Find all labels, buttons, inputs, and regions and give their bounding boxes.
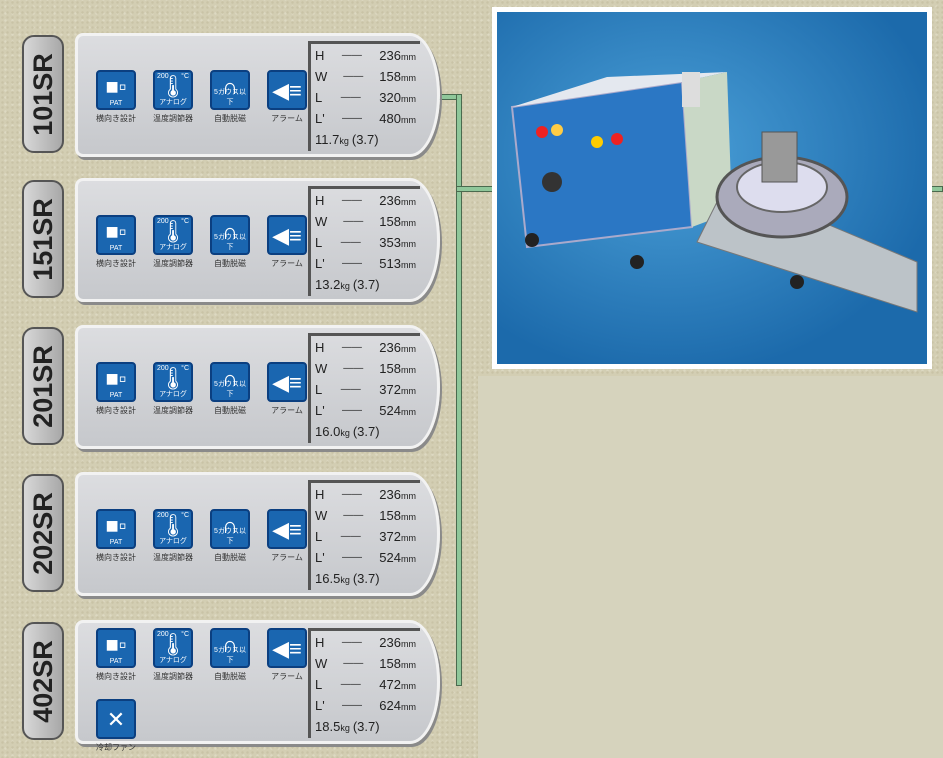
spec-H: H —— 236mm <box>315 340 416 355</box>
feature-demag: ∩ 5ガウス以下 自動脱磁 <box>210 362 250 416</box>
model-panel: ■▫ PAT 横向き設計 200 °C 🌡︎ アナログ 温度調節器 ∩ 5ガウス以下 自動脱磁 … <box>75 325 440 449</box>
feature-demag: ∩ 5ガウス以下 自動脱磁 <box>210 628 250 682</box>
spec-W: W —— 158mm <box>315 69 416 84</box>
spec-weight: 11.7kg (3.7) <box>315 132 379 147</box>
spec-H: H —— 236mm <box>315 193 416 208</box>
spec-weight: 16.0kg (3.7) <box>315 424 380 439</box>
spec-box: H —— 236mm W —— 158mm L —— 472mm L' —— 624mm 18.5kg… <box>308 628 420 738</box>
model-name: 101SR <box>27 52 58 136</box>
feature-temp: 200 °C 🌡︎ アナログ 温度調節器 <box>153 215 193 269</box>
spec-box: H —— 236mm W —— 158mm L —— 320mm L' —— 480mm 11.7kg… <box>308 41 420 151</box>
horizontal-design-icon: ■▫ PAT <box>96 509 136 549</box>
spec-W: W —— 158mm <box>315 214 416 229</box>
feature-alarm: ◀︎≡ アラーム <box>267 215 307 269</box>
spec-H: H —— 236mm <box>315 48 416 63</box>
spec-box: H —— 236mm W —— 158mm L —— 372mm L' —— 524mm 16.0kg… <box>308 333 420 443</box>
model-tab: 151SR <box>22 180 64 298</box>
feature-temp: 200 °C 🌡︎ アナログ 温度調節器 <box>153 509 193 563</box>
magnet-icon: ∩ 5ガウス以下 <box>210 628 250 668</box>
speaker-icon: ◀︎≡ <box>267 628 307 668</box>
spec-H: H —— 236mm <box>315 635 416 650</box>
feature-horizontal: ■▫ PAT 横向き設計 <box>96 509 136 563</box>
spec-L: L —— 320mm <box>315 90 416 105</box>
model-name: 402SR <box>27 639 58 723</box>
product-photo <box>492 7 932 369</box>
spec-box: H —— 236mm W —— 158mm L —— 372mm L' —— 524mm 16.5kg… <box>308 480 420 590</box>
horizontal-design-icon: ■▫ PAT <box>96 70 136 110</box>
spec-weight: 16.5kg (3.7) <box>315 571 380 586</box>
model-tab: 101SR <box>22 35 64 153</box>
thermometer-icon: 200 °C 🌡︎ アナログ <box>153 70 193 110</box>
feature-fan: ✕ 冷却ファン <box>96 699 136 753</box>
spec-weight: 18.5kg (3.7) <box>315 719 380 734</box>
model-name: 151SR <box>27 197 58 281</box>
spec-L2: L' —— 480mm <box>315 111 416 126</box>
magnet-icon: ∩ 5ガウス以下 <box>210 509 250 549</box>
speaker-icon: ◀︎≡ <box>267 509 307 549</box>
model-panel: ■▫ PAT 横向き設計 200 °C 🌡︎ アナログ 温度調節器 ∩ 5ガウス以下 自動脱磁 … <box>75 472 440 596</box>
horizontal-design-icon: ■▫ PAT <box>96 628 136 668</box>
feature-horizontal: ■▫ PAT 横向き設計 <box>96 70 136 124</box>
feature-alarm: ◀︎≡ アラーム <box>267 70 307 124</box>
thermometer-icon: 200 °C 🌡︎ アナログ <box>153 628 193 668</box>
feature-horizontal: ■▫ PAT 横向き設計 <box>96 215 136 269</box>
magnet-icon: ∩ 5ガウス以下 <box>210 215 250 255</box>
heater-machine-image <box>510 72 918 313</box>
spec-L2: L' —— 513mm <box>315 256 416 271</box>
fan-icon: ✕ <box>96 699 136 739</box>
connector <box>456 94 462 686</box>
spec-W: W —— 158mm <box>315 656 416 671</box>
feature-demag: ∩ 5ガウス以下 自動脱磁 <box>210 509 250 563</box>
feature-temp: 200 °C 🌡︎ アナログ 温度調節器 <box>153 70 193 124</box>
model-panel: ■▫ PAT 横向き設計 200 °C 🌡︎ アナログ 温度調節器 ∩ 5ガウス以下 自動脱磁 … <box>75 33 440 157</box>
model-tab: 201SR <box>22 327 64 445</box>
spec-weight: 13.2kg (3.7) <box>315 277 380 292</box>
horizontal-design-icon: ■▫ PAT <box>96 215 136 255</box>
model-name: 201SR <box>27 344 58 428</box>
model-tab: 202SR <box>22 474 64 592</box>
spec-H: H —— 236mm <box>315 487 416 502</box>
spec-W: W —— 158mm <box>315 361 416 376</box>
model-name: 202SR <box>27 491 58 575</box>
model-tab: 402SR <box>22 622 64 740</box>
model-panel: ■▫ PAT 横向き設計 200 °C 🌡︎ アナログ 温度調節器 ∩ 5ガウス以下 自動脱磁 … <box>75 620 440 752</box>
magnet-icon: ∩ 5ガウス以下 <box>210 70 250 110</box>
feature-horizontal: ■▫ PAT 横向き設計 <box>96 362 136 416</box>
feature-alarm: ◀︎≡ アラーム <box>267 362 307 416</box>
speaker-icon: ◀︎≡ <box>267 215 307 255</box>
feature-horizontal: ■▫ PAT 横向き設計 <box>96 628 136 682</box>
thermometer-icon: 200 °C 🌡︎ アナログ <box>153 362 193 402</box>
spec-L2: L' —— 524mm <box>315 550 416 565</box>
spec-L: L —— 353mm <box>315 235 416 250</box>
spec-L: L —— 372mm <box>315 529 416 544</box>
model-panel: ■▫ PAT 横向き設計 200 °C 🌡︎ アナログ 温度調節器 ∩ 5ガウス以下 自動脱磁 … <box>75 178 440 302</box>
spec-box: H —— 236mm W —— 158mm L —— 353mm L' —— 513mm 13.2kg… <box>308 186 420 296</box>
feature-temp: 200 °C 🌡︎ アナログ 温度調節器 <box>153 628 193 682</box>
speaker-icon: ◀︎≡ <box>267 362 307 402</box>
spec-L: L —— 372mm <box>315 382 416 397</box>
spec-L: L —— 472mm <box>315 677 416 692</box>
feature-temp: 200 °C 🌡︎ アナログ 温度調節器 <box>153 362 193 416</box>
feature-alarm: ◀︎≡ アラーム <box>267 509 307 563</box>
feature-alarm: ◀︎≡ アラーム <box>267 628 307 682</box>
thermometer-icon: 200 °C 🌡︎ アナログ <box>153 509 193 549</box>
feature-demag: ∩ 5ガウス以下 自動脱磁 <box>210 70 250 124</box>
spec-W: W —— 158mm <box>315 508 416 523</box>
feature-demag: ∩ 5ガウス以下 自動脱磁 <box>210 215 250 269</box>
spec-L2: L' —— 624mm <box>315 698 416 713</box>
magnet-icon: ∩ 5ガウス以下 <box>210 362 250 402</box>
background-area <box>478 376 943 758</box>
spec-L2: L' —— 524mm <box>315 403 416 418</box>
connector <box>456 186 496 192</box>
speaker-icon: ◀︎≡ <box>267 70 307 110</box>
thermometer-icon: 200 °C 🌡︎ アナログ <box>153 215 193 255</box>
horizontal-design-icon: ■▫ PAT <box>96 362 136 402</box>
